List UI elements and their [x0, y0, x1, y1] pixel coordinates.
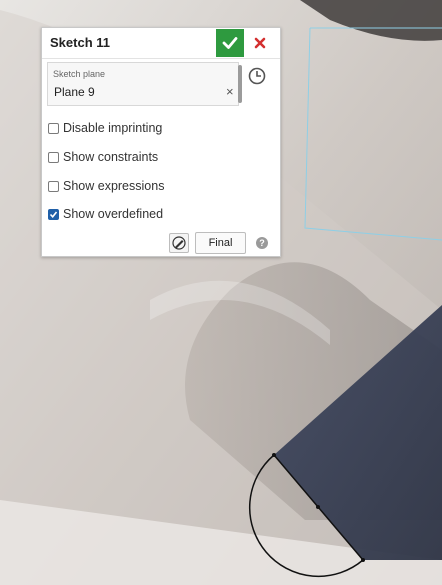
checkbox-checked[interactable]	[48, 208, 59, 220]
sketch-plane-label: Sketch plane	[53, 69, 106, 79]
dialog-title: Sketch 11	[50, 35, 110, 50]
option-label: Show overdefined	[63, 207, 164, 221]
sketch-endpoint	[361, 558, 365, 562]
graphics-viewport[interactable]: Sketch 11 Sketch plane Plane 9 × Disable…	[0, 0, 442, 585]
sketch-pencil-icon[interactable]	[169, 233, 189, 253]
option-show-expressions[interactable]: Show expressions	[48, 177, 164, 195]
option-show-constraints[interactable]: Show constraints	[48, 148, 158, 166]
option-label: Show expressions	[63, 179, 165, 193]
sketch-endpoint	[272, 453, 276, 457]
option-label: Show constraints	[63, 150, 159, 164]
cancel-button[interactable]	[247, 29, 273, 57]
close-icon	[254, 37, 266, 49]
sketch-plane-value: Plane 9	[54, 85, 95, 99]
accept-button[interactable]	[216, 29, 244, 57]
sketch-plane-field[interactable]: Sketch plane Plane 9 ×	[47, 62, 242, 106]
checkmark-icon	[49, 211, 58, 218]
dialog-header: Sketch 11	[42, 28, 280, 59]
option-show-overdefined[interactable]: Show overdefined	[48, 205, 163, 223]
sketch-midpoint	[316, 505, 320, 509]
checkbox[interactable]	[48, 151, 59, 163]
clock-icon[interactable]	[247, 66, 269, 88]
clear-x-icon[interactable]: ×	[226, 85, 234, 98]
option-label: Disable imprinting	[63, 121, 163, 135]
option-disable-imprinting[interactable]: Disable imprinting	[48, 119, 162, 137]
sketch-feature-dialog: Sketch 11 Sketch plane Plane 9 × Disable…	[41, 27, 281, 257]
field-scrollbar[interactable]	[238, 65, 242, 103]
help-icon[interactable]: ?	[256, 237, 268, 249]
checkbox[interactable]	[48, 122, 59, 134]
checkmark-icon	[222, 37, 238, 49]
checkbox[interactable]	[48, 180, 59, 192]
final-button[interactable]: Final	[195, 232, 246, 254]
